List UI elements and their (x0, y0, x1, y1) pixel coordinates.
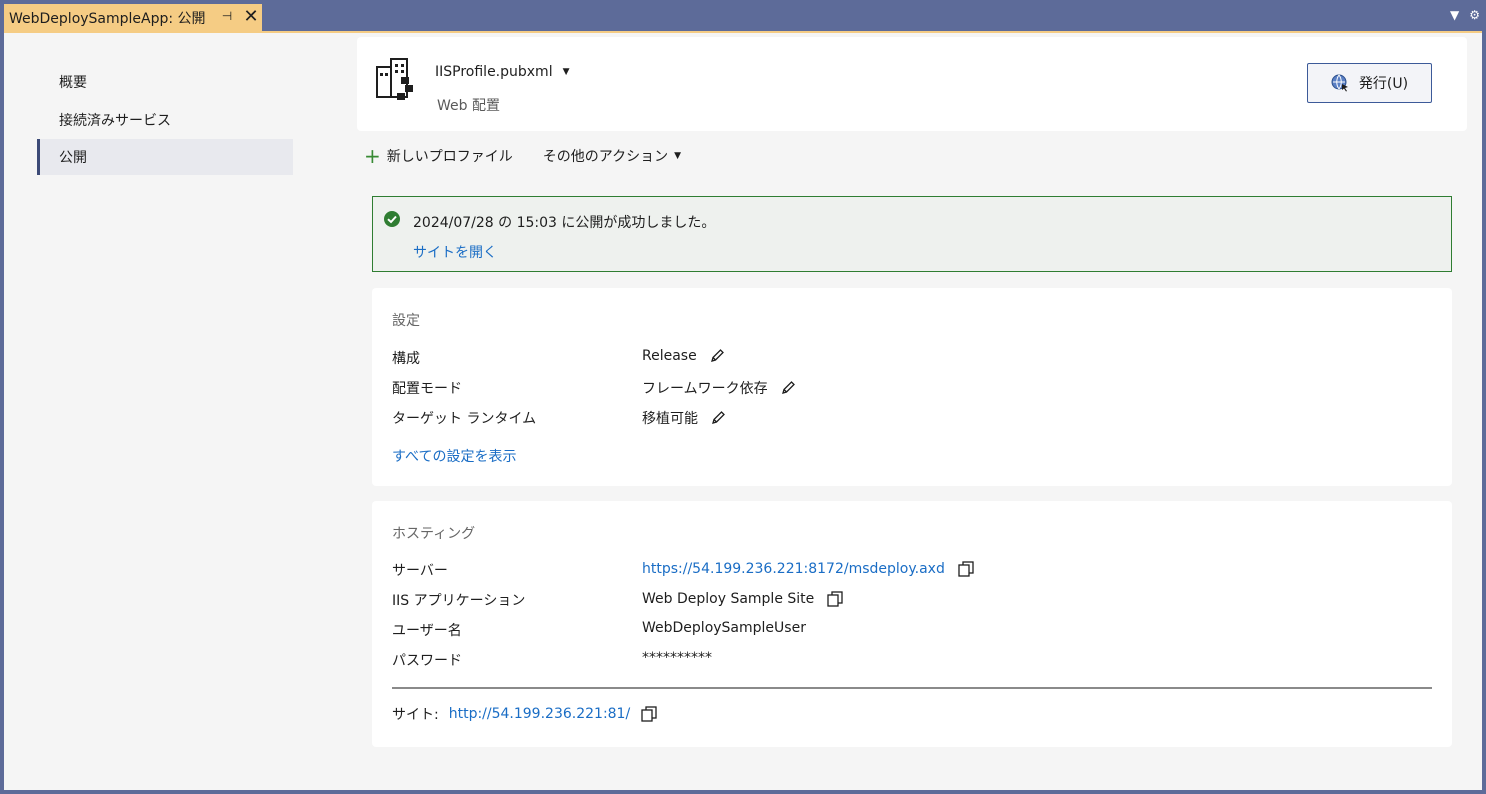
success-message: 2024/07/28 の 15:03 に公開が成功しました。 (413, 215, 716, 231)
copy-icon[interactable] (826, 590, 844, 608)
divider (392, 687, 1432, 689)
pin-icon[interactable]: ⊣ (220, 9, 234, 23)
chevron-down-icon: ▼ (562, 67, 570, 77)
site-url-link[interactable]: http://54.199.236.221:81/ (449, 706, 630, 722)
profile-card: IISProfile.pubxml ▼ Web 配置 発行(U) (357, 37, 1467, 131)
pencil-icon[interactable] (710, 410, 726, 426)
server-value: https://54.199.236.221:8172/msdeploy.axd (642, 560, 975, 578)
pencil-icon[interactable] (709, 348, 725, 364)
server-label: サーバー (392, 563, 448, 579)
iis-application-text: Web Deploy Sample Site (642, 591, 815, 607)
gear-icon[interactable]: ⚙ (1469, 8, 1480, 22)
username-value: WebDeploySampleUser (642, 620, 806, 636)
sidebar-item-label: 公開 (59, 150, 87, 166)
show-all-settings-link[interactable]: すべての設定を表示 (392, 446, 516, 466)
configuration-text: Release (642, 348, 697, 364)
profile-toolbar: + 新しいプロファイル その他のアクション ▼ (364, 141, 711, 171)
copy-icon[interactable] (640, 705, 658, 723)
publish-window: 概要 接続済みサービス 公開 IISProfile.pubxml ▼ Web 配… (4, 33, 1482, 790)
username-label: ユーザー名 (392, 623, 462, 639)
new-profile-button[interactable]: + 新しいプロファイル (364, 146, 513, 166)
close-icon[interactable]: ✕ (242, 6, 260, 28)
target-runtime-label: ターゲット ランタイム (392, 411, 537, 427)
profile-name: IISProfile.pubxml (435, 64, 553, 80)
hosting-card: ホスティング サーバー https://54.199.236.221:8172/… (372, 501, 1452, 747)
settings-title: 設定 (392, 313, 420, 329)
publish-button-label: 発行(U) (1358, 76, 1409, 92)
pencil-icon[interactable] (780, 380, 796, 396)
settings-card: 設定 構成 Release 配置モード フレームワーク依存 ターゲット ランタイ… (372, 288, 1452, 486)
publish-globe-icon (1331, 74, 1348, 92)
web-server-icon (376, 58, 413, 100)
chevron-down-icon: ▼ (674, 151, 681, 161)
password-text: ********** (642, 650, 712, 666)
sidebar-item-connected-services[interactable]: 接続済みサービス (37, 102, 293, 138)
password-value: ********** (642, 650, 712, 666)
more-actions-label: その他のアクション (542, 149, 669, 165)
hosting-title: ホスティング (392, 526, 476, 542)
configuration-value: Release (642, 348, 725, 364)
target-runtime-value: 移植可能 (642, 408, 726, 428)
target-runtime-text: 移植可能 (642, 411, 698, 427)
new-profile-label: 新しいプロファイル (386, 149, 513, 165)
document-tab[interactable]: WebDeploySampleApp: 公開 ⊣ ✕ (4, 4, 262, 32)
sidebar-item-label: 接続済みサービス (59, 113, 171, 129)
sidebar: 概要 接続済みサービス 公開 (4, 33, 344, 790)
sidebar-item-overview[interactable]: 概要 (37, 64, 293, 100)
copy-icon[interactable] (957, 560, 975, 578)
server-url-link[interactable]: https://54.199.236.221:8172/msdeploy.axd (642, 561, 945, 577)
iis-application-label: IIS アプリケーション (392, 593, 526, 609)
deployment-mode-label: 配置モード (392, 381, 462, 397)
configuration-label: 構成 (392, 351, 420, 367)
profile-selector[interactable]: IISProfile.pubxml ▼ (435, 64, 570, 80)
tab-strip-controls: ▼ ⚙ (1450, 8, 1480, 22)
document-tab-strip: WebDeploySampleApp: 公開 ⊣ ✕ ▼ ⚙ (0, 0, 1486, 32)
deployment-mode-text: フレームワーク依存 (642, 381, 768, 397)
document-tab-title: WebDeploySampleApp: 公開 (9, 11, 206, 27)
deployment-mode-value: フレームワーク依存 (642, 378, 796, 398)
username-text: WebDeploySampleUser (642, 620, 806, 636)
plus-icon: + (364, 144, 381, 168)
sidebar-item-label: 概要 (59, 75, 87, 91)
tab-list-dropdown-icon[interactable]: ▼ (1450, 8, 1459, 22)
publish-content: IISProfile.pubxml ▼ Web 配置 発行(U) + 新しいプロ… (344, 33, 1482, 790)
sidebar-item-publish[interactable]: 公開 (37, 139, 293, 175)
iis-application-value: Web Deploy Sample Site (642, 590, 844, 608)
site-label: サイト: (392, 707, 439, 723)
success-check-icon (384, 211, 400, 227)
more-actions-dropdown[interactable]: その他のアクション ▼ (543, 146, 681, 166)
password-label: パスワード (392, 653, 462, 669)
publish-button[interactable]: 発行(U) (1307, 63, 1432, 103)
publish-success-banner: 2024/07/28 の 15:03 に公開が成功しました。 サイトを開く (372, 196, 1452, 272)
site-row: サイト: http://54.199.236.221:81/ (392, 704, 658, 724)
profile-type: Web 配置 (437, 98, 500, 114)
open-site-link[interactable]: サイトを開く (413, 242, 497, 262)
